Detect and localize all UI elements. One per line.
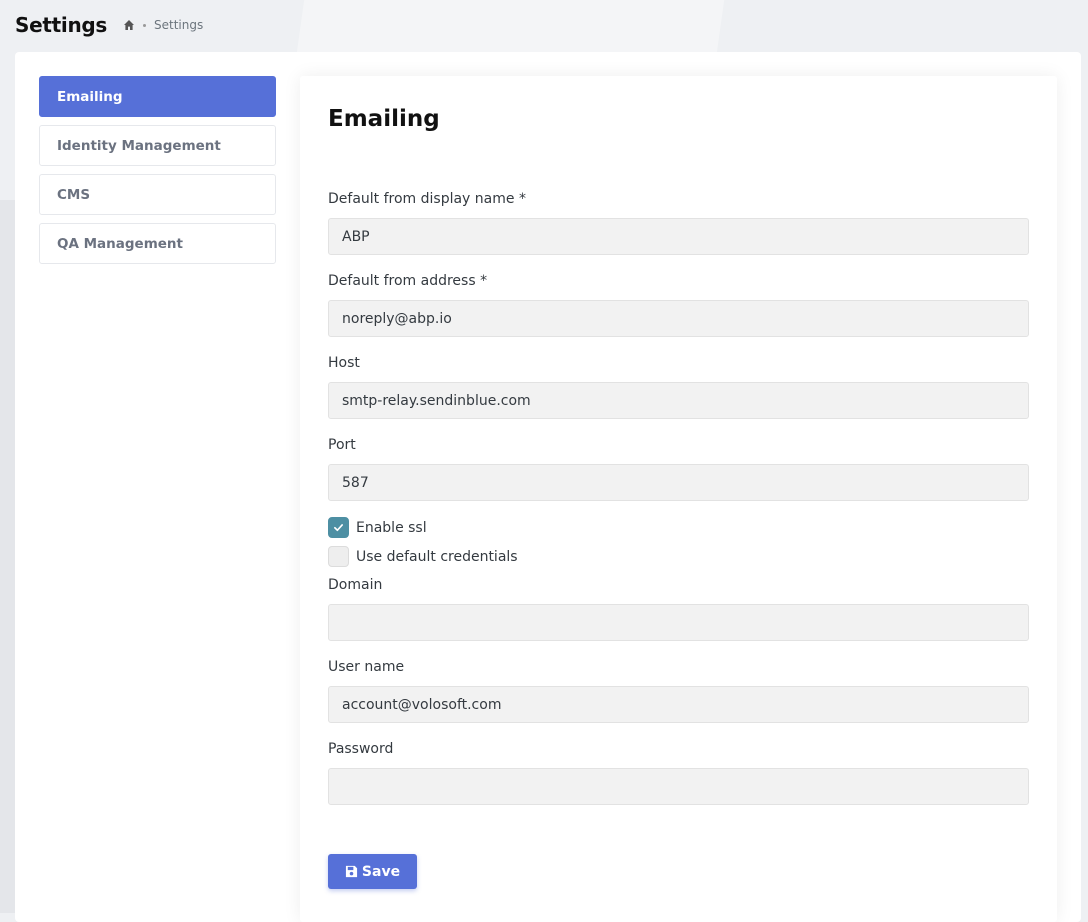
breadcrumb-current: Settings xyxy=(154,18,204,32)
save-button-label: Save xyxy=(361,863,401,880)
display-name-input[interactable] xyxy=(328,218,1029,255)
port-label: Port xyxy=(328,437,356,453)
use-default-credentials-label: Use default credentials xyxy=(356,548,518,565)
nav-item-identity-management[interactable]: Identity Management xyxy=(39,125,276,166)
password-label: Password xyxy=(328,741,394,757)
use-default-credentials-checkbox[interactable] xyxy=(328,546,349,567)
domain-input[interactable] xyxy=(328,604,1029,641)
settings-card: Emailing Identity Management CMS QA Mana… xyxy=(15,52,1081,922)
breadcrumb-separator xyxy=(143,23,147,27)
user-name-label: User name xyxy=(328,659,405,675)
save-icon xyxy=(345,865,357,878)
emailing-panel: Emailing Default from display name * Def… xyxy=(300,76,1057,922)
breadcrumb: Settings xyxy=(123,18,203,32)
user-name-input[interactable] xyxy=(328,686,1029,723)
nav-item-qa-management[interactable]: QA Management xyxy=(39,223,276,264)
page-title: Settings xyxy=(15,13,108,37)
background-decoration xyxy=(295,0,725,60)
host-input[interactable] xyxy=(328,382,1029,419)
display-name-label: Default from display name * xyxy=(328,191,526,207)
enable-ssl-row: Enable ssl xyxy=(328,517,427,538)
password-input[interactable] xyxy=(328,768,1029,805)
panel-title: Emailing xyxy=(328,106,440,132)
enable-ssl-label: Enable ssl xyxy=(356,519,427,536)
save-button[interactable]: Save xyxy=(328,854,417,889)
from-address-input[interactable] xyxy=(328,300,1029,337)
nav-item-emailing[interactable]: Emailing xyxy=(39,76,276,117)
domain-label: Domain xyxy=(328,577,383,593)
settings-nav: Emailing Identity Management CMS QA Mana… xyxy=(39,76,276,272)
home-icon[interactable] xyxy=(123,19,135,31)
background-decoration-left xyxy=(0,200,15,913)
use-default-credentials-row: Use default credentials xyxy=(328,546,518,567)
nav-item-cms[interactable]: CMS xyxy=(39,174,276,215)
check-icon xyxy=(334,524,343,532)
page-header: Settings Settings xyxy=(15,10,203,40)
from-address-label: Default from address * xyxy=(328,273,488,289)
port-input[interactable] xyxy=(328,464,1029,501)
enable-ssl-checkbox[interactable] xyxy=(328,517,349,538)
host-label: Host xyxy=(328,355,360,371)
